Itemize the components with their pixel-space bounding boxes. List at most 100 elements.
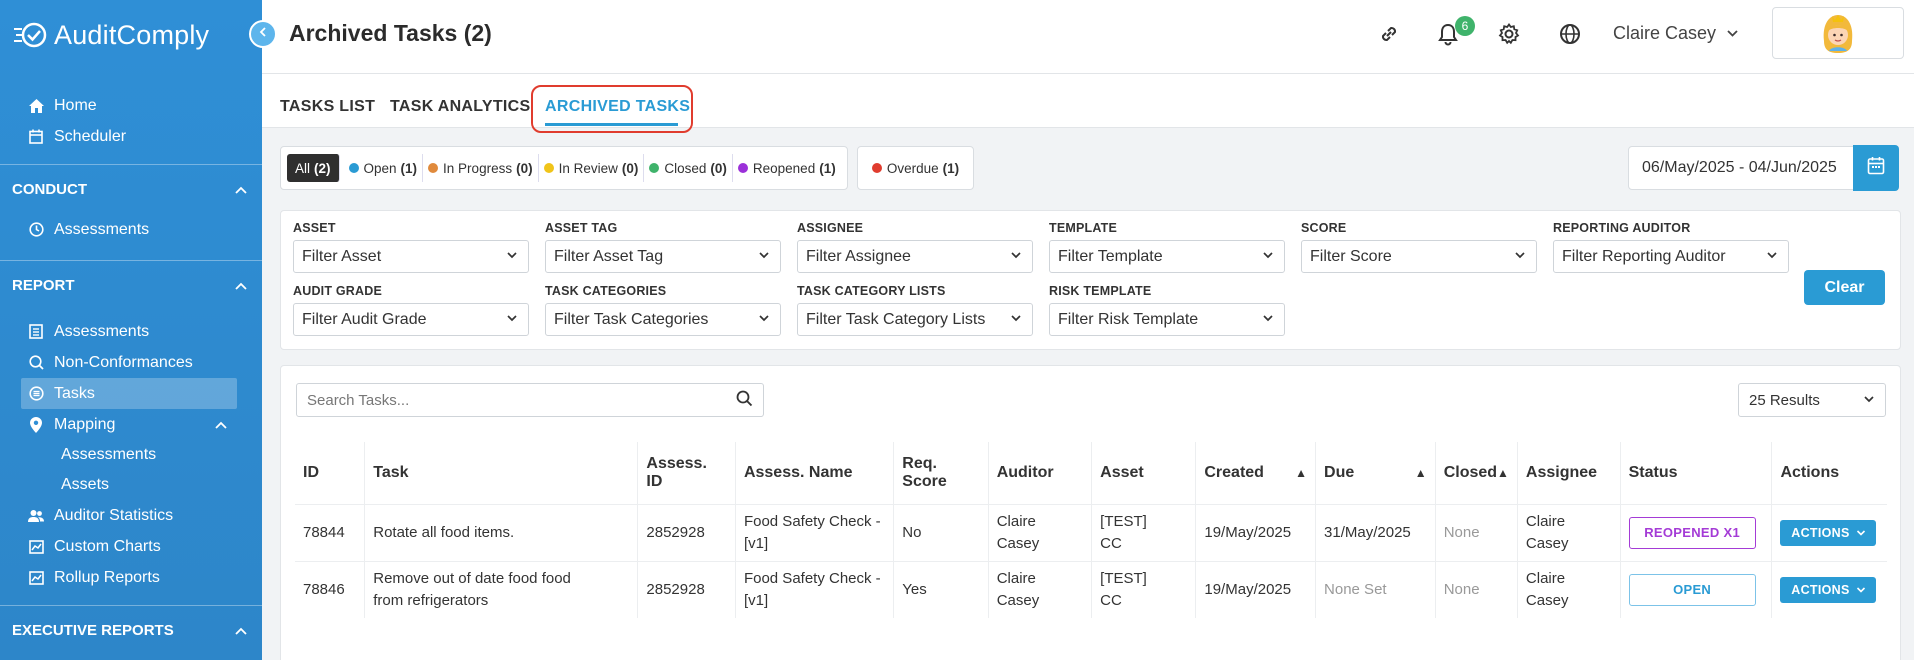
filter-asset-select[interactable]: Filter Asset (293, 240, 529, 273)
status-filter-reopened[interactable]: Reopened (1) (733, 154, 841, 182)
table-row[interactable]: 78846 Remove out of date food food from … (295, 560, 1887, 618)
status-badge-open[interactable]: OPEN (1628, 573, 1756, 606)
filter-risk-template-select[interactable]: Filter Risk Template (1049, 303, 1285, 336)
sidebar-item-label: Non-Conformances (54, 353, 193, 371)
column-header-task[interactable]: Task (364, 442, 639, 504)
filter-assignee-select[interactable]: Filter Assignee (797, 240, 1033, 273)
date-range-input[interactable]: 06/May/2025 - 04/Jun/2025 (1628, 146, 1854, 190)
filter-value: Filter Task Categories (554, 310, 709, 328)
status-filter-closed[interactable]: Closed (0) (644, 154, 733, 182)
chevron-up-icon (234, 624, 248, 638)
cell-created: 19/May/2025 (1195, 560, 1317, 618)
sidebar-item-home[interactable]: Home (0, 90, 262, 121)
status-filter-all[interactable]: All (2) (287, 154, 340, 182)
section-report[interactable]: REPORT (0, 260, 262, 310)
search-box (296, 383, 764, 417)
filter-audit-grade: AUDIT GRADE Filter Audit Grade (293, 284, 529, 336)
section-executive-reports[interactable]: EXECUTIVE REPORTS (0, 605, 262, 655)
column-header-due[interactable]: Due ▲ (1315, 442, 1436, 504)
sidebar-item-rollup-reports[interactable]: Rollup Reports (0, 562, 262, 593)
filter-label: AUDIT GRADE (293, 284, 383, 298)
status-filter-in-progress[interactable]: In Progress (0) (423, 154, 539, 182)
column-header-req-score[interactable]: Req. Score (893, 442, 989, 504)
sidebar-item-mapping-assets[interactable]: Assets (0, 470, 262, 500)
cell-task: Rotate all food items. (364, 503, 639, 561)
filter-task-category-lists-select[interactable]: Filter Task Category Lists (797, 303, 1033, 336)
column-header-assess-name[interactable]: Assess. Name (735, 442, 895, 504)
search-icon[interactable] (736, 390, 753, 411)
column-header-closed[interactable]: Closed ▲ (1435, 442, 1518, 504)
filter-label: TASK CATEGORIES (545, 284, 667, 298)
status-badge-reopened[interactable]: REOPENED X1 (1628, 516, 1756, 549)
chevron-down-icon (1856, 528, 1866, 538)
tab-task-analytics[interactable]: TASK ANALYTICS (390, 98, 531, 116)
section-conduct[interactable]: CONDUCT (0, 164, 262, 214)
results-per-page-select[interactable]: 25 Results (1738, 383, 1886, 417)
sidebar-item-mapping[interactable]: Mapping (0, 409, 262, 440)
filter-asset-tag: ASSET TAG Filter Asset Tag (545, 221, 781, 273)
actions-dropdown-button[interactable]: ACTIONS (1780, 519, 1877, 546)
cell-closed: None (1435, 560, 1518, 618)
search-input[interactable] (307, 391, 707, 409)
sort-asc-icon: ▲ (1497, 465, 1509, 480)
sidebar-item-custom-charts[interactable]: Custom Charts (0, 531, 262, 562)
chevron-left-icon (257, 25, 269, 43)
avatar[interactable] (1772, 7, 1904, 59)
sidebar-item-mapping-assessments[interactable]: Assessments (0, 440, 262, 470)
filter-asset-tag-select[interactable]: Filter Asset Tag (545, 240, 781, 273)
cell-assignee: Claire Casey (1517, 503, 1621, 561)
status-dot (348, 163, 359, 173)
column-header-created[interactable]: Created ▲ (1195, 442, 1317, 504)
chevron-down-icon (758, 311, 770, 329)
map-pin-icon (28, 416, 44, 433)
section-title: EXECUTIVE REPORTS (12, 622, 174, 639)
column-header-id[interactable]: ID (295, 442, 366, 504)
header-label: Closed (1443, 463, 1498, 481)
column-header-assess-id[interactable]: Assess. ID (637, 442, 736, 504)
filter-score-select[interactable]: Filter Score (1301, 240, 1537, 273)
clear-filters-button[interactable]: Clear (1804, 270, 1885, 305)
column-header-assignee[interactable]: Assignee (1517, 442, 1621, 504)
chevron-up-icon (234, 279, 248, 293)
gear-icon[interactable] (1495, 20, 1523, 48)
app-logo[interactable]: AuditComply (0, 0, 262, 70)
header-label: Created (1204, 463, 1264, 481)
status-count: (0) (621, 160, 639, 176)
filter-audit-grade-select[interactable]: Filter Audit Grade (293, 303, 529, 336)
column-header-status[interactable]: Status (1620, 442, 1773, 504)
filter-reporting-auditor-select[interactable]: Filter Reporting Auditor (1553, 240, 1789, 273)
section-title: REPORT (12, 277, 75, 294)
calendar-icon (1867, 156, 1885, 180)
chart-icon (28, 539, 44, 555)
sidebar-collapse-button[interactable] (249, 20, 277, 48)
chevron-down-icon (506, 311, 518, 329)
header-label: Due (1324, 463, 1355, 481)
status-filter-in-review[interactable]: In Review (0) (539, 154, 645, 182)
tab-tasks-list[interactable]: TASKS LIST (280, 98, 375, 116)
filter-template-select[interactable]: Filter Template (1049, 240, 1285, 273)
date-picker-button[interactable] (1853, 145, 1899, 191)
sidebar-item-label: Assessments (54, 322, 150, 340)
sidebar-item-tasks[interactable]: Tasks (21, 378, 237, 409)
table-row[interactable]: 78844 Rotate all food items. 2852928 Foo… (295, 503, 1887, 561)
user-menu[interactable]: Claire Casey (1613, 23, 1739, 44)
sidebar-item-scheduler[interactable]: Scheduler (0, 121, 262, 152)
status-filter-open[interactable]: Open (1) (344, 154, 424, 182)
actions-dropdown-button[interactable]: ACTIONS (1780, 576, 1877, 603)
filter-label: SCORE (1301, 221, 1347, 235)
sidebar-item-conduct-assessments[interactable]: Assessments (0, 214, 262, 245)
status-filter-overdue[interactable]: Overdue (1) (857, 146, 974, 190)
sidebar-item-report-assessments[interactable]: Assessments (0, 316, 262, 347)
sidebar-item-non-conformances[interactable]: Non-Conformances (0, 347, 262, 378)
sidebar: AuditComply Home Scheduler CONDUCT Asses… (0, 0, 262, 660)
filter-task-categories-select[interactable]: Filter Task Categories (545, 303, 781, 336)
sidebar-item-label: Custom Charts (54, 537, 161, 555)
link-icon[interactable] (1375, 20, 1403, 48)
home-icon (28, 98, 44, 114)
sidebar-item-label: Assessments (61, 446, 157, 463)
column-header-asset[interactable]: Asset (1091, 442, 1197, 504)
sidebar-item-label: Assessments (54, 220, 150, 238)
sidebar-item-auditor-statistics[interactable]: Auditor Statistics (0, 500, 262, 531)
globe-icon[interactable] (1556, 20, 1584, 48)
column-header-auditor[interactable]: Auditor (988, 442, 1093, 504)
